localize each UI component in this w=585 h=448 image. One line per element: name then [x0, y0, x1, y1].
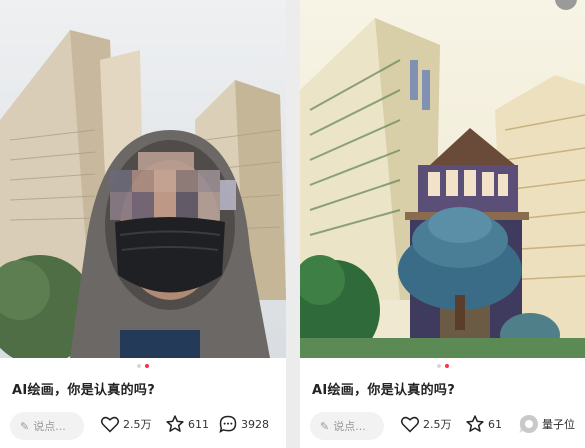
like-button[interactable]: 2.5万	[400, 414, 452, 434]
post-card-left[interactable]: AI绘画，你是认真的吗? ✎ 说点... 2.5万 611 3928	[0, 0, 286, 448]
comment-input[interactable]: ✎ 说点...	[310, 412, 384, 440]
heart-icon	[400, 416, 420, 433]
carousel-dot[interactable]	[137, 364, 141, 368]
carousel-dot[interactable]	[436, 364, 441, 368]
pencil-icon: ✎	[20, 419, 30, 433]
star-icon	[166, 415, 184, 432]
collect-count: 611	[188, 417, 209, 431]
carousel-dot-active[interactable]	[145, 364, 149, 368]
post-photo-anime[interactable]	[300, 0, 585, 358]
heart-icon	[100, 416, 120, 433]
comment-icon	[219, 415, 237, 434]
pencil-icon: ✎	[320, 419, 330, 433]
selfie-photo-image	[0, 0, 286, 358]
post-photo-selfie[interactable]	[0, 0, 286, 358]
post-caption[interactable]: AI绘画，你是认真的吗?	[312, 379, 455, 398]
collect-button[interactable]: 61	[465, 414, 502, 434]
post-card-right[interactable]: AI绘画，你是认真的吗? ✎ 说点... 2.5万 61 量子位	[300, 0, 585, 448]
carousel-indicator	[300, 364, 585, 368]
watermark-logo-icon	[520, 415, 538, 433]
comment-button[interactable]: 3928	[218, 414, 269, 434]
collect-count: 61	[488, 417, 502, 431]
comment-count: 3928	[241, 417, 269, 431]
carousel-dot-active[interactable]	[444, 364, 449, 368]
collect-button[interactable]: 611	[165, 414, 209, 434]
comment-input-placeholder: 说点...	[333, 420, 366, 433]
post-action-bar: ✎ 说点... 2.5万 611 3928	[0, 410, 286, 444]
watermark: 量子位	[516, 413, 579, 435]
post-caption[interactable]: AI绘画，你是认真的吗?	[12, 379, 155, 398]
comment-input[interactable]: ✎ 说点...	[10, 412, 84, 440]
like-count: 2.5万	[423, 418, 452, 431]
like-count: 2.5万	[123, 418, 152, 431]
comment-input-placeholder: 说点...	[33, 420, 66, 433]
anime-photo-image	[300, 0, 585, 358]
star-icon	[466, 415, 484, 432]
like-button[interactable]: 2.5万	[100, 414, 152, 434]
watermark-text: 量子位	[542, 418, 575, 431]
carousel-indicator	[0, 364, 286, 368]
